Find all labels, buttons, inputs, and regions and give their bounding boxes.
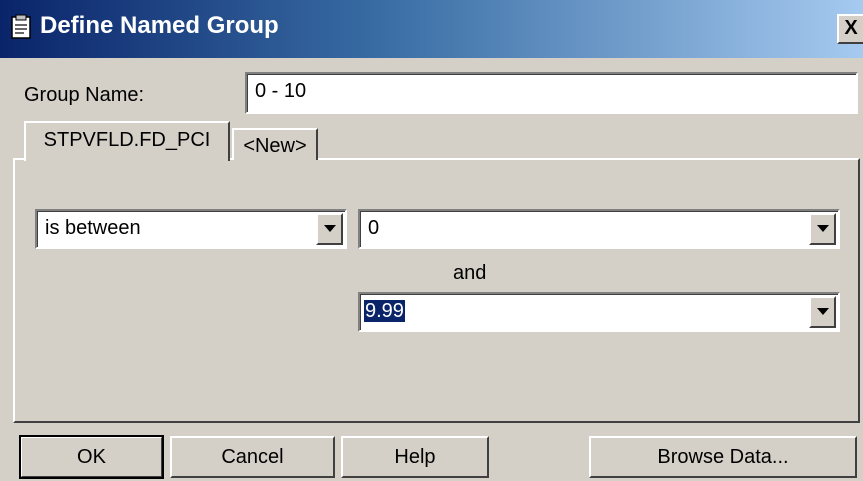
tab-panel (13, 158, 860, 423)
value-to-text: 9.99 (364, 300, 405, 322)
browse-data-button-label: Browse Data... (657, 446, 789, 468)
chevron-down-icon[interactable] (809, 213, 836, 245)
value-from-text: 0 (368, 217, 380, 239)
group-name-value: 0 - 10 (255, 80, 307, 102)
browse-data-button[interactable]: Browse Data... (589, 436, 857, 478)
window-title: Define Named Group (40, 12, 279, 39)
ok-button-label: OK (77, 446, 106, 468)
operator-value: is between (45, 217, 141, 239)
close-icon: X (844, 17, 858, 39)
tab-stpvfld-label: STPVFLD.FD_PCI (43, 129, 211, 151)
value-to-combobox[interactable]: 9.99 (358, 292, 840, 332)
value-from-combobox[interactable]: 0 (358, 209, 840, 249)
cancel-button[interactable]: Cancel (170, 436, 335, 478)
cancel-button-label: Cancel (221, 446, 284, 468)
ok-button[interactable]: OK (19, 435, 164, 479)
tab-new-label: <New> (243, 135, 307, 157)
tab-new[interactable]: <New> (232, 128, 318, 160)
group-name-input[interactable]: 0 - 10 (245, 72, 858, 114)
chevron-down-icon[interactable] (809, 296, 836, 328)
close-button[interactable]: X (837, 14, 863, 44)
chevron-down-icon[interactable] (316, 213, 343, 245)
help-button[interactable]: Help (341, 436, 489, 478)
group-name-label: Group Name: (24, 84, 145, 106)
document-icon (11, 14, 31, 39)
and-label: and (453, 262, 487, 284)
operator-dropdown[interactable]: is between (35, 209, 347, 249)
title-bar[interactable]: Define Named Group X (0, 0, 863, 58)
help-button-label: Help (394, 446, 436, 468)
tab-stpvfld[interactable]: STPVFLD.FD_PCI (24, 121, 230, 161)
